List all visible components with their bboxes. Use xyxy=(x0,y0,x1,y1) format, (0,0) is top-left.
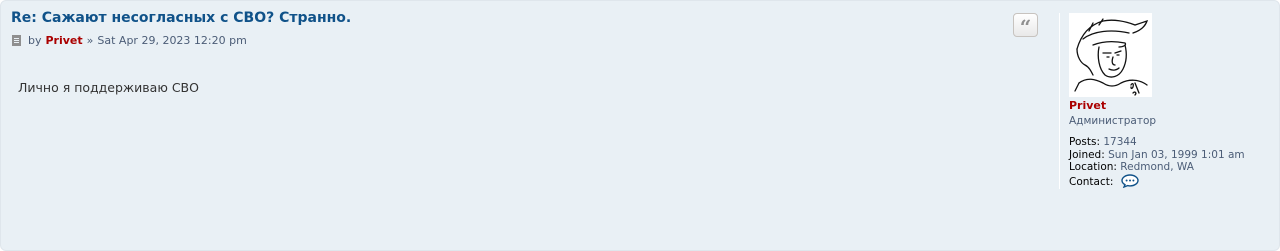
post-timestamp: Sat Apr 29, 2023 12:20 pm xyxy=(97,34,247,47)
meta-separator: » xyxy=(86,34,94,47)
profile-block: Privet Администратор xyxy=(1069,99,1156,127)
posts-value[interactable]: 17344 xyxy=(1103,136,1136,148)
post-container: Re: Сажают несогласных с СВО? Странно. b… xyxy=(0,0,1280,251)
profile-details: Posts: 17344 Joined: Sun Jan 03, 1999 1:… xyxy=(1069,136,1245,191)
by-label: by xyxy=(28,34,42,47)
post-meta: by Privet » Sat Apr 29, 2023 12:20 pm xyxy=(12,34,247,47)
speech-bubble-icon[interactable] xyxy=(1121,173,1139,192)
posts-label: Posts: xyxy=(1069,136,1100,148)
author-link[interactable]: Privet xyxy=(46,34,83,47)
profile-contact: Contact: xyxy=(1069,173,1245,192)
joined-value: Sun Jan 03, 1999 1:01 am xyxy=(1108,148,1245,161)
joined-label: Joined: xyxy=(1069,148,1105,161)
profile-username[interactable]: Privet xyxy=(1069,99,1156,112)
quote-button[interactable]: “ xyxy=(1013,13,1038,39)
avatar[interactable] xyxy=(1069,13,1152,97)
profile-joined: Joined: Sun Jan 03, 1999 1:01 am xyxy=(1069,149,1245,162)
post-title[interactable]: Re: Сажают несогласных с СВО? Странно. xyxy=(11,10,351,26)
post-icon[interactable] xyxy=(12,35,21,46)
contact-label: Contact: xyxy=(1069,175,1114,188)
location-value: Redmond, WA xyxy=(1120,161,1194,173)
profile-location: Location: Redmond, WA xyxy=(1069,161,1245,174)
quote-icon: “ xyxy=(1019,15,1032,39)
avatar-sketch-image xyxy=(1074,18,1149,96)
location-label: Location: xyxy=(1069,161,1117,173)
post-content: Лично я поддерживаю СВО xyxy=(18,80,199,95)
profile-divider xyxy=(1059,13,1060,189)
profile-posts: Posts: 17344 xyxy=(1069,136,1245,149)
profile-rank: Администратор xyxy=(1069,115,1157,127)
